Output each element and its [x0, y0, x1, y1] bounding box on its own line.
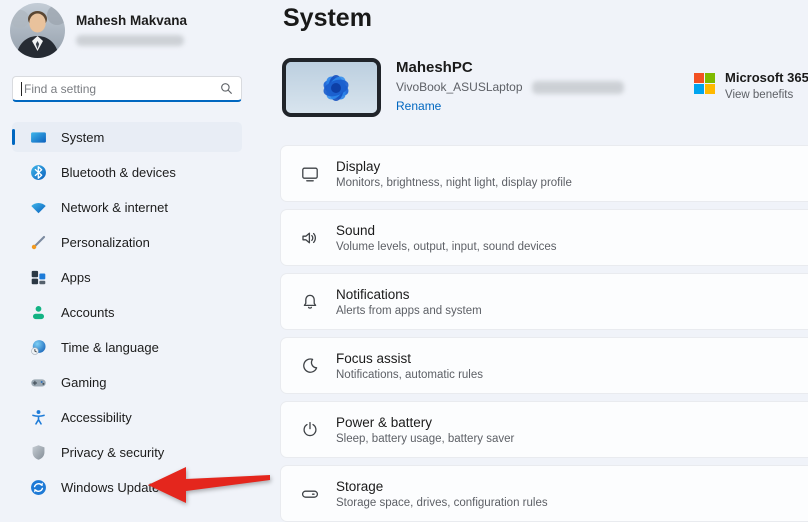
time-language-icon: [30, 339, 47, 356]
row-title: Power & battery: [336, 415, 514, 430]
row-title: Sound: [336, 223, 557, 238]
sound-icon: [300, 228, 320, 248]
settings-row-storage[interactable]: Storage Storage space, drives, configura…: [280, 465, 808, 522]
row-subtitle: Notifications, automatic rules: [336, 369, 483, 381]
sidebar-item-label: Time & language: [61, 340, 159, 355]
text-caret: [21, 82, 22, 96]
sidebar-item-personalization[interactable]: Personalization: [12, 227, 242, 257]
system-icon: [30, 129, 47, 146]
storage-icon: [300, 484, 320, 504]
sidebar-item-label: System: [61, 130, 104, 145]
gaming-icon: [30, 374, 47, 391]
focus-assist-icon: [300, 356, 320, 376]
sidebar-item-bluetooth-devices[interactable]: Bluetooth & devices: [12, 157, 242, 187]
row-subtitle: Volume levels, output, input, sound devi…: [336, 241, 557, 253]
search-icon[interactable]: [220, 82, 233, 95]
display-icon: [300, 164, 320, 184]
subscription-panel: Microsoft 365 View benefits: [694, 70, 808, 101]
sidebar-item-label: Privacy & security: [61, 445, 164, 460]
page-title: System: [283, 4, 372, 33]
sidebar-item-apps[interactable]: Apps: [12, 262, 242, 292]
settings-row-display[interactable]: Display Monitors, brightness, night ligh…: [280, 145, 808, 202]
sidebar: Mahesh Makvana System Bluetooth & device…: [0, 0, 260, 513]
sidebar-item-label: Personalization: [61, 235, 150, 250]
personalization-icon: [30, 234, 47, 251]
selected-indicator: [12, 129, 15, 145]
sidebar-item-accessibility[interactable]: Accessibility: [12, 402, 242, 432]
sidebar-item-accounts[interactable]: Accounts: [12, 297, 242, 327]
user-email-redacted: [76, 35, 184, 46]
sidebar-item-label: Gaming: [61, 375, 107, 390]
sidebar-item-windows-update[interactable]: Windows Update: [12, 472, 242, 502]
row-subtitle: Alerts from apps and system: [336, 305, 482, 317]
settings-row-sound[interactable]: Sound Volume levels, output, input, soun…: [280, 209, 808, 266]
subscription-name: Microsoft 365: [725, 70, 808, 85]
sidebar-item-network-internet[interactable]: Network & internet: [12, 192, 242, 222]
bluetooth-icon: [30, 164, 47, 181]
row-subtitle: Storage space, drives, configuration rul…: [336, 497, 548, 509]
sidebar-item-label: Windows Update: [61, 480, 159, 495]
row-title: Storage: [336, 479, 548, 494]
sidebar-item-system[interactable]: System: [12, 122, 242, 152]
user-profile[interactable]: Mahesh Makvana: [10, 3, 187, 58]
rename-link[interactable]: Rename: [396, 99, 441, 113]
row-title: Notifications: [336, 287, 482, 302]
sidebar-nav: System Bluetooth & devices Network & int…: [12, 122, 242, 502]
apps-icon: [30, 269, 47, 286]
settings-row-power-battery[interactable]: Power & battery Sleep, battery usage, ba…: [280, 401, 808, 458]
windows-update-icon: [30, 479, 47, 496]
user-name: Mahesh Makvana: [76, 13, 187, 28]
sidebar-item-label: Apps: [61, 270, 91, 285]
accounts-icon: [30, 304, 47, 321]
privacy-icon: [30, 444, 47, 461]
device-model: VivoBook_ASUSLaptop: [396, 80, 523, 94]
sidebar-item-label: Bluetooth & devices: [61, 165, 176, 180]
view-benefits-link[interactable]: View benefits: [725, 89, 808, 101]
device-name: MaheshPC: [396, 59, 624, 76]
notifications-icon: [300, 292, 320, 312]
row-title: Focus assist: [336, 351, 483, 366]
row-subtitle: Sleep, battery usage, battery saver: [336, 433, 514, 445]
row-subtitle: Monitors, brightness, night light, displ…: [336, 177, 572, 189]
avatar: [10, 3, 65, 58]
power-icon: [300, 420, 320, 440]
sidebar-item-label: Network & internet: [61, 200, 168, 215]
network-icon: [30, 199, 47, 216]
sidebar-item-label: Accessibility: [61, 410, 132, 425]
row-title: Display: [336, 159, 572, 174]
microsoft-logo-icon: [694, 73, 715, 101]
settings-row-focus-assist[interactable]: Focus assist Notifications, automatic ru…: [280, 337, 808, 394]
device-domain-redacted: [532, 81, 624, 94]
sidebar-item-privacy-security[interactable]: Privacy & security: [12, 437, 242, 467]
settings-row-notifications[interactable]: Notifications Alerts from apps and syste…: [280, 273, 808, 330]
device-thumbnail: [282, 58, 381, 117]
search-input[interactable]: [24, 82, 220, 96]
sidebar-item-gaming[interactable]: Gaming: [12, 367, 242, 397]
accessibility-icon: [30, 409, 47, 426]
sidebar-item-time-language[interactable]: Time & language: [12, 332, 242, 362]
search-box[interactable]: [12, 76, 242, 102]
sidebar-item-label: Accounts: [61, 305, 114, 320]
settings-list: Display Monitors, brightness, night ligh…: [280, 145, 808, 522]
